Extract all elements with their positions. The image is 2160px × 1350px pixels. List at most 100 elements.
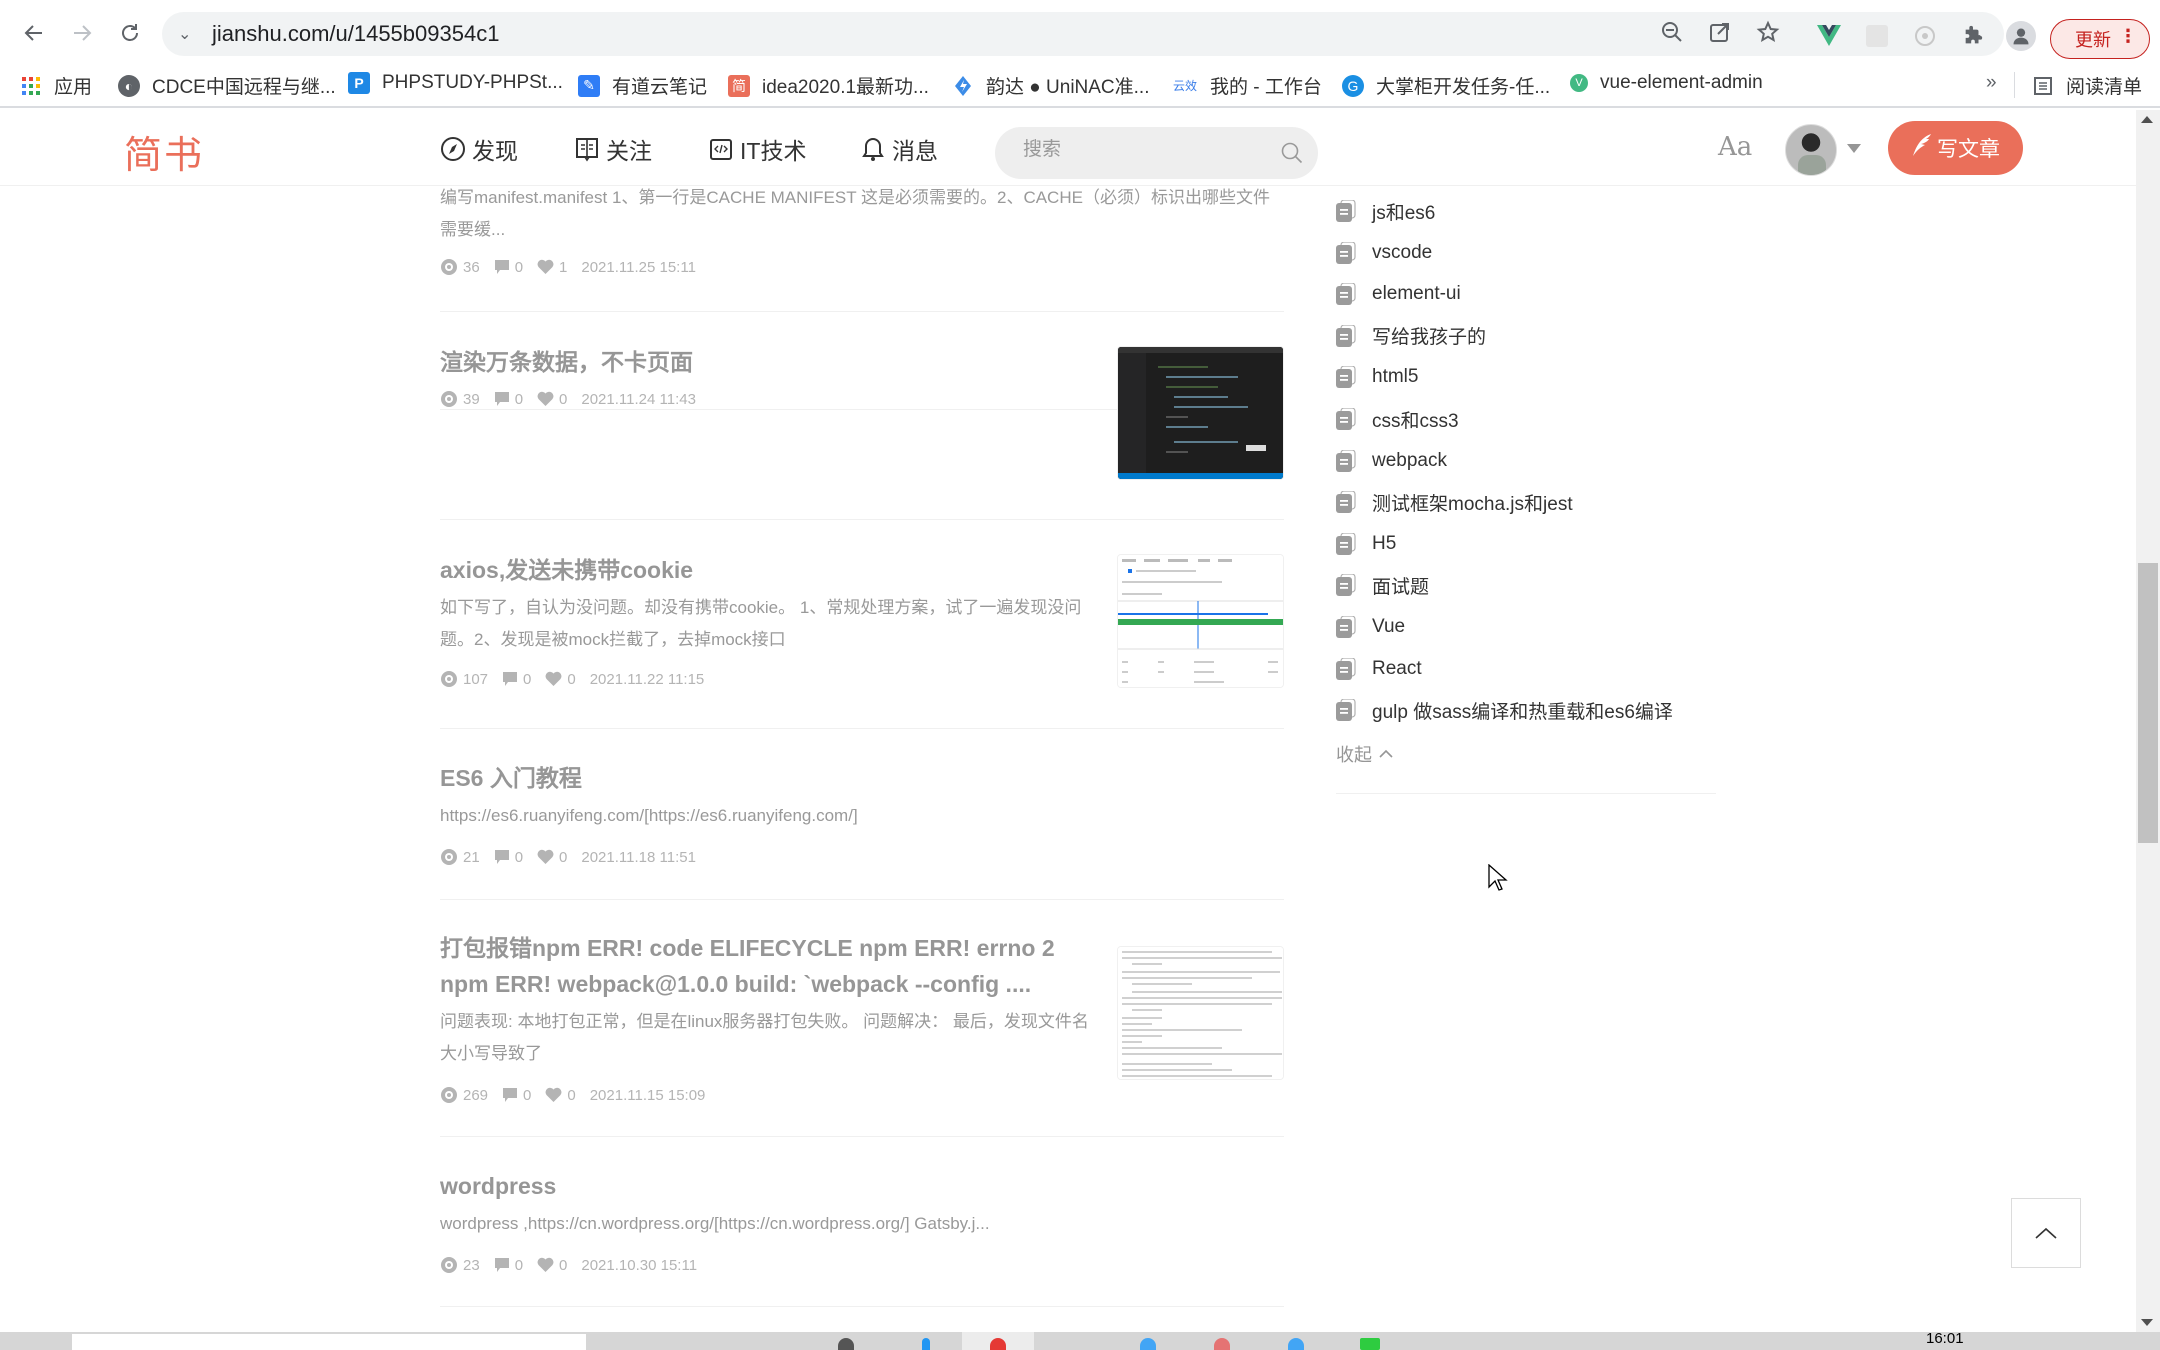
article-meta: 23 0 0 2021.10.30 15:11 <box>440 1256 711 1274</box>
article-abstract[interactable]: 如下写了，自认为没问题。却没有携带cookie。 1、常规处理方案，试了一遍发现… <box>440 592 1090 656</box>
globe-icon: ◐ <box>118 74 140 97</box>
notebook-item[interactable]: Vue <box>1336 612 1405 642</box>
back-button[interactable] <box>14 13 54 53</box>
puzzle-extensions-icon[interactable] <box>1960 23 1986 49</box>
notebook-label: vscode <box>1372 241 1433 263</box>
article-thumbnail[interactable] <box>1117 554 1284 688</box>
collapse-button[interactable]: 收起 <box>1336 741 1394 767</box>
more-menu-icon[interactable]: ⋮ <box>2119 26 2137 47</box>
comments-count[interactable]: 0 <box>494 391 523 408</box>
scroll-up-arrow[interactable] <box>2141 116 2153 123</box>
views-count: 21 <box>440 848 480 866</box>
notebook-item[interactable]: webpack <box>1336 446 1447 476</box>
article-title[interactable]: axios,发送未携带cookie <box>440 552 693 588</box>
article-thumbnail[interactable] <box>1117 946 1284 1080</box>
article-title[interactable]: 渲染万条数据，不卡页面 <box>440 344 693 380</box>
extension-icon[interactable] <box>1864 23 1890 49</box>
article-abstract[interactable]: wordpress ,https://cn.wordpress.org/[htt… <box>440 1208 1284 1240</box>
more-bookmarks-button[interactable]: » <box>1986 72 1997 94</box>
site-logo[interactable]: 简书 <box>124 124 204 179</box>
notebook-icon <box>1336 532 1356 555</box>
publish-date: 2021.10.30 15:11 <box>581 1256 698 1274</box>
comments-count[interactable]: 0 <box>502 671 531 688</box>
bookmark-cdce[interactable]: ◐ CDCE中国远程与继... <box>118 72 336 99</box>
taskbar-app-icon[interactable] <box>1288 1338 1304 1350</box>
zoom-out-icon[interactable] <box>1660 20 1684 50</box>
views-count: 36 <box>440 258 480 276</box>
eye-icon <box>441 849 457 865</box>
notebook-item[interactable]: React <box>1336 654 1422 684</box>
views-count: 23 <box>440 1256 480 1274</box>
comments-count[interactable]: 0 <box>494 849 523 866</box>
apps-grid-icon <box>20 75 42 97</box>
article-abstract[interactable]: https://es6.ruanyifeng.com/[https://es6.… <box>440 800 1284 832</box>
taskbar-app-icon[interactable] <box>838 1338 854 1350</box>
notebook-item[interactable]: css和css3 <box>1336 404 1459 434</box>
publish-date: 2021.11.15 15:09 <box>589 1086 706 1104</box>
comments-count[interactable]: 0 <box>502 1087 531 1104</box>
notebook-item[interactable]: gulp 做sass编译和热重载和es6编译 <box>1336 695 1673 725</box>
vue-devtools-icon[interactable] <box>1816 23 1842 49</box>
feather-pen-icon <box>1911 133 1933 163</box>
dazhanggui-icon: G <box>1342 74 1364 97</box>
comments-count[interactable]: 0 <box>494 259 523 276</box>
article-abstract[interactable]: 问题表现: 本地打包正常，但是在linux服务器打包失败。 问题解决： 最后，发… <box>440 1006 1100 1070</box>
taskbar-app-icon[interactable] <box>1360 1338 1380 1350</box>
caret-down-icon[interactable] <box>1847 144 1861 153</box>
article-meta: 21 0 0 2021.11.18 11:51 <box>440 848 710 866</box>
article-abstract[interactable]: 编写manifest.manifest 1、第一行是CACHE MANIFEST… <box>440 182 1284 246</box>
react-devtools-icon[interactable] <box>1912 23 1938 49</box>
notebook-item[interactable]: 面试题 <box>1336 570 1429 600</box>
bookmark-vue-element-admin[interactable]: V vue-element-admin <box>1570 72 1763 94</box>
back-to-top-button[interactable] <box>2011 1198 2081 1268</box>
notebook-icon <box>1336 282 1356 306</box>
notebook-item[interactable]: js和es6 <box>1336 196 1435 226</box>
article-meta: 39 0 0 2021.11.24 11:43 <box>440 390 710 408</box>
notebook-item[interactable]: html5 <box>1336 362 1418 392</box>
notebook-item[interactable]: H5 <box>1336 529 1396 559</box>
heart-icon <box>537 259 554 274</box>
taskbar-app-icon[interactable] <box>922 1338 930 1350</box>
article-title[interactable]: wordpress <box>440 1168 556 1204</box>
write-article-button[interactable]: 写文章 <box>1888 121 2023 175</box>
notebook-item[interactable]: element-ui <box>1336 279 1461 309</box>
notebook-item[interactable]: vscode <box>1336 238 1432 268</box>
taskbar-active-app[interactable] <box>962 1332 1034 1350</box>
bookmark-dazhanggui[interactable]: G 大掌柜开发任务-任... <box>1342 72 1550 99</box>
eye-icon <box>441 391 457 407</box>
share-icon[interactable] <box>1708 20 1732 50</box>
taskbar-clock[interactable]: 16:01 <box>1926 1330 1964 1347</box>
reload-button[interactable] <box>110 13 150 53</box>
user-avatar[interactable] <box>1785 124 1837 176</box>
eye-icon <box>441 671 457 687</box>
article-meta: 269 0 0 2021.11.15 15:09 <box>440 1086 719 1104</box>
article-title[interactable]: ES6 入门教程 <box>440 760 582 796</box>
article-divider <box>440 728 1284 729</box>
forward-button[interactable] <box>62 13 102 53</box>
font-size-toggle[interactable]: Aa <box>1718 132 1752 162</box>
mouse-cursor-icon <box>1488 863 1508 897</box>
bookmark-label: 应用 <box>54 77 93 98</box>
views-count: 269 <box>440 1086 488 1104</box>
scroll-down-arrow[interactable] <box>2141 1319 2153 1326</box>
reading-list-button[interactable]: 阅读清单 <box>2032 72 2142 99</box>
likes-count: 0 <box>545 671 576 688</box>
comments-count[interactable]: 0 <box>494 1257 523 1274</box>
taskbar-app-icon[interactable] <box>1214 1338 1230 1350</box>
star-bookmark-icon[interactable] <box>1756 20 1780 50</box>
scrollbar-thumb[interactable] <box>2138 562 2158 843</box>
profile-icon[interactable] <box>2006 21 2036 51</box>
page-scrollbar[interactable] <box>2136 110 2160 1332</box>
update-button[interactable]: 更新 ⋮ <box>2050 19 2150 59</box>
article-title[interactable]: 打包报错npm ERR! code ELIFECYCLE npm ERR! er… <box>440 930 1100 1002</box>
notebook-label: html5 <box>1372 366 1419 388</box>
notebook-label: 写给我孩子的 <box>1372 327 1487 349</box>
taskbar-search[interactable] <box>72 1334 586 1350</box>
notebook-item[interactable]: 写给我孩子的 <box>1336 321 1486 351</box>
taskbar-app-icon[interactable] <box>1140 1338 1156 1350</box>
bookmark-apps[interactable]: 应用 <box>20 72 92 99</box>
chevron-up-icon <box>1379 749 1393 758</box>
notebook-item[interactable]: 测试框架mocha.js和jest <box>1336 487 1573 517</box>
comment-icon <box>494 260 509 274</box>
article-thumbnail[interactable] <box>1117 346 1284 480</box>
